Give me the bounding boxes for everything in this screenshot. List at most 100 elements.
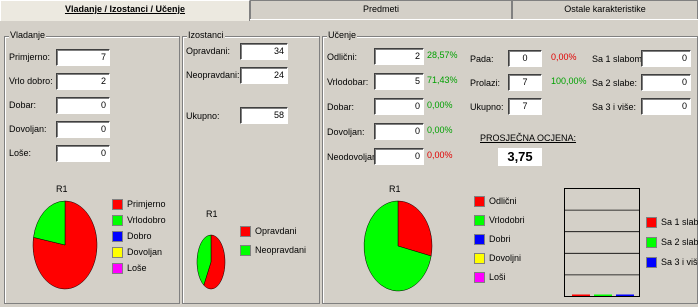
vladanje-chart-title: R1 (56, 184, 68, 194)
izostanci-legend-item: Neopravdani (240, 243, 306, 257)
failing-legend-label: Sa 2 slabe (661, 237, 698, 247)
grade-field[interactable]: 5 (374, 73, 424, 90)
pass-label: Prolazi: (470, 78, 501, 88)
vladanje-label: Primjerno: (9, 52, 51, 62)
failing-legend-swatch (646, 216, 657, 228)
grade-label: Odlični: (327, 52, 358, 62)
vladanje-pie-chart (32, 200, 98, 290)
vladanje-label: Vrlo dobro: (9, 76, 53, 86)
failing-bar-chart (564, 188, 640, 297)
failing-field[interactable]: 0 (641, 98, 691, 115)
ucenje-legend-item: Loši (474, 270, 506, 284)
ucenje-chart-title: R1 (389, 184, 401, 194)
pass-label: Ukupno: (470, 102, 504, 112)
failing-label: Sa 1 slabom: (592, 54, 645, 64)
grade-field[interactable]: 0 (374, 148, 424, 165)
failing-bar-2 (594, 294, 612, 296)
ucenje-legend-label: Vrlodobri (489, 215, 525, 225)
izostanci-total-label: Ukupno: (186, 111, 220, 121)
failing-bar-3 (616, 294, 634, 296)
pass-percent: 100,00% (551, 76, 587, 86)
ucenje-legend-swatch (474, 271, 485, 283)
failing-legend-label: Sa 3 i više (661, 257, 698, 267)
vladanje-legend-item: Vrlodobro (112, 213, 166, 227)
vladanje-field[interactable]: 0 (56, 121, 110, 138)
grade-label: Neodovoljan: (327, 152, 380, 162)
vladanje-legend-item: Dobro (112, 229, 152, 243)
grade-field[interactable]: 0 (374, 98, 424, 115)
izostanci-field[interactable]: 34 (240, 43, 288, 60)
grade-label: Dovoljan: (327, 127, 365, 137)
failing-legend-swatch (646, 256, 657, 268)
ucenje-legend-label: Loši (489, 272, 506, 282)
grade-label: Vrlodobar: (327, 77, 369, 87)
ucenje-pie-chart (363, 200, 433, 292)
vladanje-legend-swatch (112, 246, 123, 258)
vladanje-legend-swatch (112, 262, 123, 274)
vladanje-field[interactable]: 0 (56, 97, 110, 114)
failing-bar-1 (572, 294, 590, 296)
vladanje-legend-swatch (112, 198, 123, 210)
izostanci-legend-swatch (240, 225, 251, 237)
ucenje-legend-item: Dovoljni (474, 251, 521, 265)
izostanci-legend-label: Neopravdani (255, 245, 307, 255)
failing-legend-label: Sa 1 slabom (661, 217, 698, 227)
vladanje-title: Vladanje (9, 30, 47, 40)
vladanje-legend-item: Primjerno (112, 197, 166, 211)
vladanje-legend-label: Vrlodobro (127, 215, 166, 225)
izostanci-legend-swatch (240, 244, 251, 256)
ucenje-legend-swatch (474, 233, 485, 245)
vladanje-legend-label: Dovoljan (127, 247, 163, 257)
grade-field[interactable]: 2 (374, 48, 424, 65)
failing-field[interactable]: 0 (641, 74, 691, 91)
izostanci-label: Neopravdani: (186, 70, 240, 80)
vladanje-field[interactable]: 0 (56, 145, 110, 162)
grade-percent: 0,00% (427, 150, 453, 160)
izostanci-total-field[interactable]: 58 (240, 107, 288, 124)
grade-percent: 0,00% (427, 125, 453, 135)
average-label: PROSJEČNA OCJENA: (480, 133, 577, 143)
izostanci-field[interactable]: 24 (240, 67, 288, 84)
failing-legend-item: Sa 2 slabe (646, 235, 698, 249)
ucenje-legend-item: Vrlodobri (474, 213, 525, 227)
failing-field[interactable]: 0 (641, 50, 691, 67)
failing-legend-item: Sa 3 i više (646, 255, 698, 269)
vladanje-legend-label: Primjerno (127, 199, 166, 209)
izostanci-legend-item: Opravdani (240, 224, 297, 238)
vladanje-label: Loše: (9, 148, 32, 158)
ucenje-legend-label: Dobri (489, 234, 511, 244)
ucenje-legend-swatch (474, 214, 485, 226)
pass-field[interactable]: 7 (508, 98, 542, 115)
vladanje-legend-item: Loše (112, 261, 147, 275)
ucenje-legend-item: Odlični (474, 194, 517, 208)
tab-predmeti[interactable]: Predmeti (250, 0, 512, 19)
tab-vladanje[interactable]: Vladanje / Izostanci / Učenje (0, 0, 250, 21)
vladanje-slice-vrlodobro (33, 200, 66, 246)
failing-label: Sa 2 slabe: (592, 78, 638, 88)
pass-percent: 0,00% (551, 52, 577, 62)
pass-field[interactable]: 7 (508, 74, 542, 91)
average-value: 3,75 (498, 148, 542, 166)
vladanje-legend-label: Dobro (127, 231, 152, 241)
tab-ostale[interactable]: Ostale karakteristike (512, 0, 698, 19)
vladanje-label: Dovoljan: (9, 124, 47, 134)
vladanje-field[interactable]: 7 (56, 49, 110, 66)
ucenje-legend-label: Odlični (489, 196, 517, 206)
grade-field[interactable]: 0 (374, 123, 424, 140)
ucenje-legend-swatch (474, 195, 485, 207)
vladanje-legend-label: Loše (127, 263, 147, 273)
grade-percent: 28,57% (427, 50, 458, 60)
grade-percent: 0,00% (427, 100, 453, 110)
vladanje-legend-swatch (112, 214, 123, 226)
failing-legend-swatch (646, 236, 657, 248)
ucenje-legend-label: Dovoljni (489, 253, 522, 263)
vladanje-legend-swatch (112, 230, 123, 242)
ucenje-legend-item: Dobri (474, 232, 511, 246)
pass-field[interactable]: 0 (508, 50, 542, 67)
ucenje-legend-swatch (474, 252, 485, 264)
grade-percent: 71,43% (427, 75, 458, 85)
izostanci-title: Izostanci (187, 30, 225, 40)
izostanci-pie-chart (196, 234, 226, 290)
vladanje-field[interactable]: 2 (56, 73, 110, 90)
grade-label: Dobar: (327, 102, 355, 112)
